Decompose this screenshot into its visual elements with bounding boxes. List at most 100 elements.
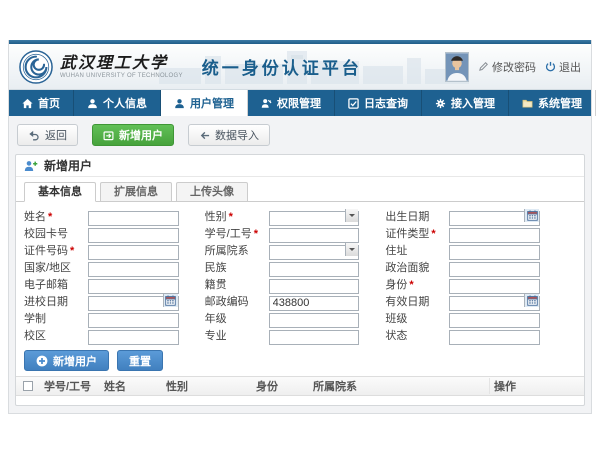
- table-header-c-op: 操作: [489, 378, 584, 394]
- field-valid-date: 有效日期: [385, 293, 540, 308]
- reset-button[interactable]: 重置: [117, 350, 163, 371]
- calendar-icon[interactable]: [163, 294, 178, 307]
- field-address: 住址: [385, 242, 540, 257]
- field-label-ethnicity: 民族: [205, 259, 269, 275]
- main-nav: 首页个人信息用户管理权限管理日志查询接入管理系统管理订阅管理: [9, 90, 591, 116]
- nav-item-home[interactable]: 首页: [9, 90, 74, 116]
- address-input[interactable]: [449, 245, 540, 260]
- field-name: 姓名*: [24, 208, 179, 223]
- postal-code-input[interactable]: [269, 296, 360, 311]
- required-asterisk: *: [229, 211, 233, 223]
- plus-circle-icon: [36, 355, 48, 367]
- field-label-identity: 身份*: [385, 276, 449, 292]
- major-input[interactable]: [269, 330, 360, 345]
- field-label-grade: 年级: [205, 310, 269, 326]
- nav-item-logs[interactable]: 日志查询: [335, 90, 422, 116]
- field-id-type: 证件类型*: [385, 225, 540, 240]
- user-form: 姓名* 性别* 出生日期校园卡号 学号/工号* 证件类型* 证件号码* 所属院系 住址国家/地…: [16, 202, 584, 345]
- data-import-button[interactable]: 数据导入: [188, 124, 270, 146]
- required-asterisk: *: [409, 279, 413, 291]
- country-region-input[interactable]: [88, 262, 179, 277]
- user-table-header: 学号/工号姓名性别身份所属院系操作: [16, 376, 584, 396]
- app-window: 武汉理工大学 WUHAN UNIVERSITY OF TECHNOLOGY 统一…: [8, 40, 592, 414]
- university-name-en: WUHAN UNIVERSITY OF TECHNOLOGY: [60, 73, 183, 79]
- nav-item-profile[interactable]: 个人信息: [74, 90, 161, 116]
- submit-add-user-button[interactable]: 新增用户: [24, 350, 109, 371]
- dropdown-arrow-icon[interactable]: [345, 243, 358, 256]
- field-postal-code: 邮政编码: [205, 293, 360, 308]
- table-header-c-gender: 性别: [162, 378, 252, 394]
- key-icon: [261, 98, 272, 109]
- nav-item-subscribe[interactable]: 订阅管理: [596, 90, 600, 116]
- new-user-panel: 新增用户 基本信息扩展信息上传头像 姓名*性别*出生日期校园卡号学号/工号*证件…: [15, 154, 585, 406]
- field-native-place: 籍贯: [205, 276, 360, 291]
- screenshot-stage: 武汉理工大学 WUHAN UNIVERSITY OF TECHNOLOGY 统一…: [0, 0, 600, 450]
- nav-item-label: 用户管理: [190, 95, 234, 111]
- calendar-icon[interactable]: [524, 294, 539, 307]
- name-input[interactable]: [88, 211, 179, 226]
- platform-title: 统一身份认证平台: [202, 54, 362, 79]
- field-label-campus-card: 校园卡号: [24, 225, 88, 241]
- field-label-department: 所属院系: [205, 242, 269, 258]
- native-place-input[interactable]: [269, 279, 360, 294]
- change-password-link[interactable]: 修改密码: [478, 59, 536, 75]
- email-input[interactable]: [88, 279, 179, 294]
- political-status-input[interactable]: [449, 262, 540, 277]
- form-tabs: 基本信息扩展信息上传头像: [16, 177, 584, 202]
- nav-item-access[interactable]: 接入管理: [422, 90, 509, 116]
- power-icon: [545, 61, 556, 72]
- table-header-checkbox-cell: [16, 381, 40, 391]
- field-identity: 身份*: [385, 276, 540, 291]
- nav-item-users[interactable]: 用户管理: [161, 90, 248, 116]
- required-asterisk: *: [254, 228, 258, 240]
- grade-input[interactable]: [269, 313, 360, 328]
- id-type-input[interactable]: [449, 228, 540, 243]
- school-system-input[interactable]: [88, 313, 179, 328]
- field-gender: 性别*: [205, 208, 360, 223]
- select-all-checkbox[interactable]: [23, 381, 33, 391]
- field-birth-date: 出生日期: [385, 208, 540, 223]
- required-asterisk: *: [70, 245, 74, 257]
- identity-input[interactable]: [449, 279, 540, 294]
- tab-upload-avatar[interactable]: 上传头像: [176, 182, 248, 202]
- reset-label: 重置: [129, 353, 151, 369]
- brand: 武汉理工大学 WUHAN UNIVERSITY OF TECHNOLOGY 统一…: [19, 50, 362, 84]
- field-country-region: 国家/地区: [24, 259, 179, 274]
- tab-basic[interactable]: 基本信息: [24, 182, 96, 202]
- class-input[interactable]: [449, 313, 540, 328]
- profile-icon: [87, 98, 98, 109]
- back-button[interactable]: 返回: [17, 124, 78, 146]
- campus-input[interactable]: [88, 330, 179, 345]
- change-password-label: 修改密码: [492, 59, 536, 75]
- home-icon: [22, 98, 33, 109]
- field-campus: 校区: [24, 327, 179, 342]
- table-header-c-name: 姓名: [100, 378, 162, 394]
- status-input[interactable]: [449, 330, 540, 345]
- field-label-status: 状态: [385, 327, 449, 343]
- logout-link[interactable]: 退出: [545, 59, 581, 75]
- campus-card-input[interactable]: [88, 228, 179, 243]
- id-number-input[interactable]: [88, 245, 179, 260]
- import-arrow-icon: [199, 130, 210, 141]
- field-department: 所属院系: [205, 242, 360, 257]
- field-major: 专业: [205, 327, 360, 342]
- tab-extended[interactable]: 扩展信息: [100, 182, 172, 202]
- field-label-student-id: 学号/工号*: [205, 225, 269, 241]
- field-student-id: 学号/工号*: [205, 225, 360, 240]
- pencil-icon: [478, 61, 489, 72]
- required-asterisk: *: [48, 211, 52, 223]
- field-enroll-date: 进校日期: [24, 293, 179, 308]
- nav-item-system[interactable]: 系统管理: [509, 90, 596, 116]
- nav-item-permission[interactable]: 权限管理: [248, 90, 335, 116]
- ethnicity-input[interactable]: [269, 262, 360, 277]
- nav-item-label: 首页: [38, 95, 60, 111]
- nav-item-label: 系统管理: [538, 95, 582, 111]
- student-id-input[interactable]: [269, 228, 360, 243]
- calendar-icon[interactable]: [524, 209, 539, 222]
- dropdown-arrow-icon[interactable]: [345, 209, 358, 222]
- back-arrow-icon: [28, 130, 40, 141]
- field-school-system: 学制: [24, 310, 179, 325]
- field-label-country-region: 国家/地区: [24, 259, 88, 275]
- add-user-toolbar-button[interactable]: 新增用户: [92, 124, 174, 146]
- field-label-id-number: 证件号码*: [24, 242, 88, 258]
